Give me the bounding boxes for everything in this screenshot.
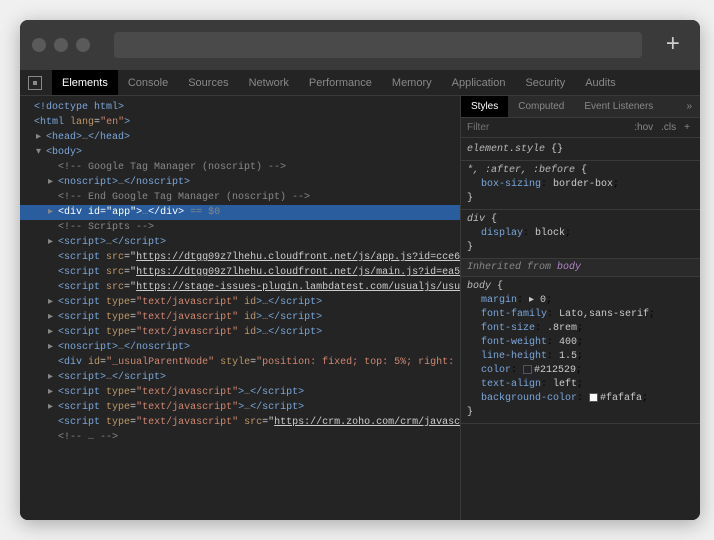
- styles-filter-row: :hov .cls +: [461, 118, 700, 138]
- browser-window: + ElementsConsoleSourcesNetworkPerforman…: [20, 20, 700, 520]
- dom-node[interactable]: ▸<head>…</head>: [20, 130, 460, 145]
- dom-node[interactable]: ▸<noscript>…</noscript>: [20, 340, 460, 355]
- tab-audits[interactable]: Audits: [575, 70, 626, 95]
- tab-network[interactable]: Network: [239, 70, 299, 95]
- styles-tab-computed[interactable]: Computed: [508, 96, 574, 117]
- css-rule[interactable]: element.style {}: [461, 140, 700, 161]
- address-bar[interactable]: [114, 32, 642, 58]
- traffic-light-close[interactable]: [32, 38, 46, 52]
- new-style-rule-icon[interactable]: +: [680, 122, 694, 133]
- traffic-light-minimize[interactable]: [54, 38, 68, 52]
- inherited-from-label: Inherited from body: [461, 259, 700, 277]
- dom-node[interactable]: <!-- End Google Tag Manager (noscript) -…: [20, 190, 460, 205]
- tab-elements[interactable]: Elements: [52, 70, 118, 95]
- tab-performance[interactable]: Performance: [299, 70, 382, 95]
- css-rule[interactable]: div {display: block;}: [461, 210, 700, 259]
- dom-node[interactable]: <!-- Google Tag Manager (noscript) -->: [20, 160, 460, 175]
- main-tab-bar: ElementsConsoleSourcesNetworkPerformance…: [20, 70, 700, 96]
- dom-node[interactable]: <script src="https://dtgg09z7lhehu.cloud…: [20, 265, 460, 280]
- traffic-light-maximize[interactable]: [76, 38, 90, 52]
- dom-node[interactable]: ▸<script type="text/javascript">…</scrip…: [20, 400, 460, 415]
- dom-node[interactable]: ▸<script type="text/javascript" id>…</sc…: [20, 325, 460, 340]
- dom-node[interactable]: ▸<div id="app">…</div> == $0: [20, 205, 460, 220]
- more-tabs-icon[interactable]: »: [678, 101, 700, 112]
- elements-panel[interactable]: <!doctype html><html lang="en">▸<head>…<…: [20, 96, 460, 520]
- tab-console[interactable]: Console: [118, 70, 178, 95]
- tab-sources[interactable]: Sources: [178, 70, 238, 95]
- devtools: ElementsConsoleSourcesNetworkPerformance…: [20, 70, 700, 520]
- dom-node[interactable]: ▸<script type="text/javascript" id>…</sc…: [20, 295, 460, 310]
- dom-node[interactable]: ▸<script type="text/javascript" id>…</sc…: [20, 310, 460, 325]
- new-tab-icon[interactable]: +: [666, 32, 680, 59]
- dom-node[interactable]: <!-- … -->: [20, 430, 460, 445]
- cls-toggle[interactable]: .cls: [657, 122, 680, 133]
- styles-filter-input[interactable]: [467, 122, 630, 133]
- styles-tab-styles[interactable]: Styles: [461, 96, 508, 117]
- css-rule[interactable]: *, :after, :before {box-sizing: border-b…: [461, 161, 700, 210]
- dom-node[interactable]: <script src="https://stage-issues-plugin…: [20, 280, 460, 295]
- tab-security[interactable]: Security: [515, 70, 575, 95]
- title-bar: +: [20, 20, 700, 70]
- dom-node[interactable]: <script type="text/javascript" src="http…: [20, 415, 460, 430]
- dom-node[interactable]: <div id="_usualParentNode" style="positi…: [20, 355, 460, 370]
- tab-memory[interactable]: Memory: [382, 70, 442, 95]
- inspect-element-icon[interactable]: [28, 76, 42, 90]
- styles-tab-event-listeners[interactable]: Event Listeners: [574, 96, 663, 117]
- dom-node[interactable]: ▸<noscript>…</noscript>: [20, 175, 460, 190]
- styles-tab-bar: StylesComputedEvent Listeners »: [461, 96, 700, 118]
- dom-node[interactable]: ▸<script>…</script>: [20, 235, 460, 250]
- hov-toggle[interactable]: :hov: [630, 122, 657, 133]
- dom-node[interactable]: <script src="https://dtgg09z7lhehu.cloud…: [20, 250, 460, 265]
- dom-node[interactable]: ▾<body>: [20, 145, 460, 160]
- dom-node[interactable]: <html lang="en">: [20, 115, 460, 130]
- panels: <!doctype html><html lang="en">▸<head>…<…: [20, 96, 700, 520]
- dom-node[interactable]: ▸<script>…</script>: [20, 370, 460, 385]
- styles-rules[interactable]: element.style {}*, :after, :before {box-…: [461, 138, 700, 520]
- dom-node[interactable]: <!-- Scripts -->: [20, 220, 460, 235]
- styles-panel: StylesComputedEvent Listeners » :hov .cl…: [460, 96, 700, 520]
- tab-application[interactable]: Application: [442, 70, 516, 95]
- dom-node[interactable]: ▸<script type="text/javascript">…</scrip…: [20, 385, 460, 400]
- dom-node[interactable]: <!doctype html>: [20, 100, 460, 115]
- css-rule[interactable]: body {margin: ▸ 0;font-family: Lato,sans…: [461, 277, 700, 424]
